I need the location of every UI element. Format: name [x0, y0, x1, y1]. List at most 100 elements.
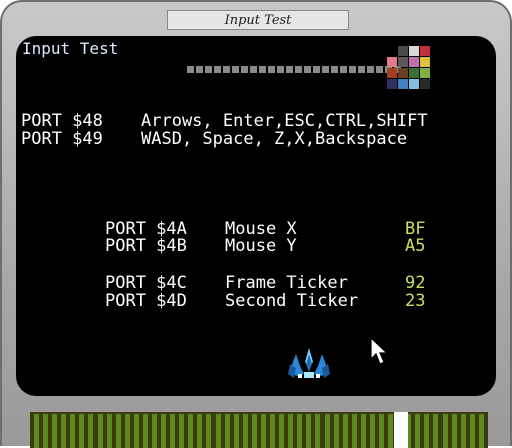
port-4d-label: PORT $4D: [105, 291, 187, 311]
connector-pin: [442, 414, 448, 448]
palette-swatch: [409, 68, 419, 78]
connector-pin: [106, 414, 112, 448]
connector-pin: [43, 414, 49, 448]
port-49-desc: WASD, Space, Z,X,Backspace: [141, 129, 408, 149]
input-indicator: [322, 66, 329, 73]
palette-swatch: [409, 57, 419, 67]
input-indicator: [232, 66, 239, 73]
connector-pin: [279, 414, 285, 448]
port-48-desc: Arrows, Enter,ESC,CTRL,SHIFT: [141, 111, 428, 131]
palette-swatch: [387, 68, 397, 78]
connector-pin: [415, 414, 421, 448]
connector-pin: [451, 414, 457, 448]
palette-swatch: [420, 57, 430, 67]
connector-notch: [394, 412, 408, 448]
connector-pin: [460, 414, 466, 448]
connector-pin: [306, 414, 312, 448]
input-indicator: [214, 66, 221, 73]
second-ticker-label: Second Ticker: [225, 291, 359, 311]
connector-pin: [242, 414, 248, 448]
input-indicator: [187, 66, 194, 73]
connector-pin: [115, 414, 121, 448]
connector-pin: [133, 414, 139, 448]
palette-swatch: [409, 46, 419, 56]
color-palette: [387, 46, 433, 92]
port-4b-label: PORT $4B: [105, 236, 187, 256]
input-indicator: [268, 66, 275, 73]
connector-pin: [215, 414, 221, 448]
mouse-y-value: A5: [405, 236, 426, 256]
connector-pin: [34, 414, 39, 448]
connector-pin: [188, 414, 194, 448]
connector-pin: [342, 414, 348, 448]
connector-pin: [170, 414, 176, 448]
palette-swatch: [420, 46, 430, 56]
connector-pin: [369, 414, 375, 448]
input-indicator: [196, 66, 203, 73]
connector-pin: [433, 414, 439, 448]
connector-pin: [251, 414, 257, 448]
connector-pin: [197, 414, 203, 448]
connector-pin: [179, 414, 185, 448]
connector-pin: [315, 414, 321, 448]
input-indicator: [241, 66, 248, 73]
connector-pin: [152, 414, 158, 448]
palette-swatch: [409, 79, 419, 89]
second-ticker-value: 23: [405, 291, 426, 311]
input-indicator: [304, 66, 311, 73]
input-indicator: [376, 66, 383, 73]
palette-swatch: [387, 57, 397, 67]
connector-pin: [469, 414, 475, 448]
connector-pin: [79, 414, 85, 448]
cartridge-shell: Input Test Input Test PORT $48 Arrows, E…: [0, 0, 512, 448]
cartridge-connector: [30, 412, 488, 448]
palette-swatch: [398, 68, 408, 78]
cartridge-label: Input Test: [167, 10, 349, 30]
input-indicator: [223, 66, 230, 73]
input-indicator: [331, 66, 338, 73]
frame-ticker-value: 92: [405, 273, 426, 293]
connector-pin: [224, 414, 230, 448]
input-indicator: [358, 66, 365, 73]
palette-swatch: [420, 68, 430, 78]
frame-ticker-label: Frame Ticker: [225, 273, 348, 293]
palette-swatch: [398, 79, 408, 89]
spaceship-sprite: [288, 348, 330, 378]
connector-pin: [206, 414, 212, 448]
connector-pin: [52, 414, 58, 448]
input-indicator: [295, 66, 302, 73]
connector-pin: [88, 414, 94, 448]
connector-pin: [424, 414, 430, 448]
input-indicator: [250, 66, 257, 73]
game-screen[interactable]: Input Test PORT $48 Arrows, Enter,ESC,CT…: [16, 36, 496, 396]
connector-pin: [360, 414, 366, 448]
screen-title: Input Test: [22, 39, 119, 58]
palette-swatch: [398, 46, 408, 56]
input-indicator: [286, 66, 293, 73]
mouse-cursor-icon: [370, 337, 389, 365]
input-indicator: [340, 66, 347, 73]
connector-pin: [388, 414, 394, 448]
connector-pin: [378, 414, 384, 448]
port-48-label: PORT $48: [21, 111, 103, 131]
input-indicator: [367, 66, 374, 73]
connector-pin: [70, 414, 76, 448]
palette-swatch: [398, 57, 408, 67]
input-indicator-bar: [187, 66, 401, 73]
input-indicator: [313, 66, 320, 73]
input-indicator: [259, 66, 266, 73]
input-indicator: [277, 66, 284, 73]
input-indicator: [349, 66, 356, 73]
connector-pin: [333, 414, 339, 448]
palette-swatch: [387, 46, 397, 56]
connector-pin: [351, 414, 357, 448]
connector-pin: [478, 414, 484, 448]
palette-swatch: [387, 79, 397, 89]
connector-pin: [324, 414, 330, 448]
connector-pin: [97, 414, 103, 448]
connector-pin: [288, 414, 294, 448]
palette-swatch: [420, 79, 430, 89]
connector-pin: [161, 414, 167, 448]
input-indicator: [205, 66, 212, 73]
connector-pin: [270, 414, 276, 448]
